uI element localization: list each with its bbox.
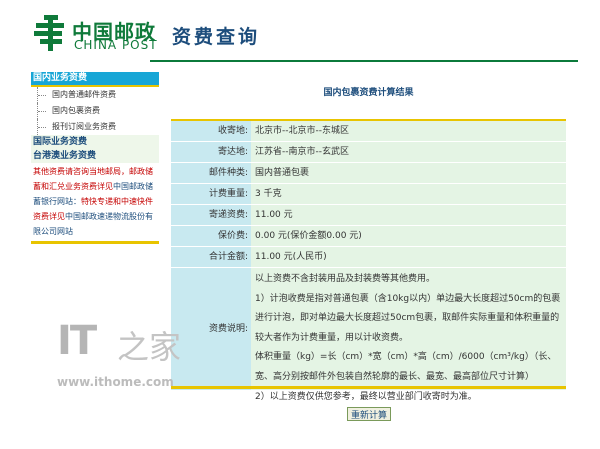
row-label: 邮件种类:: [171, 163, 251, 183]
watermark-url: www.ithome.com: [57, 375, 174, 389]
fee-notes: 以上资费不含封装用品及封装费等其他费用。 1）计泡收费是指对普通包裹（含10kg…: [251, 268, 566, 402]
table-row: 计费重量: 3 千克: [171, 184, 566, 205]
row-value: 11.00 元: [251, 205, 566, 225]
row-label: 寄达地:: [171, 142, 251, 162]
fee-note-line: 以上资费不含封装用品及封装费等其他费用。: [255, 274, 436, 284]
fee-note-line: 1）计泡收费是指对普通包裹（含10kg以内）单边最大长度超过50cm的包裹: [255, 293, 561, 304]
fee-note-line: 较大者作为计费重量，用以计收资费。: [255, 332, 409, 343]
sidebar-item-newspaper-subscription[interactable]: 报刊订阅业务资费: [37, 119, 159, 135]
row-label: 收寄地:: [171, 121, 251, 141]
result-panel: 国内包裹资费计算结果 收寄地: 北京市--北京市--东城区 寄达地: 江苏省--…: [171, 80, 566, 421]
row-label: 计费重量:: [171, 184, 251, 204]
watermark-brand: IT: [57, 318, 97, 364]
sidebar-item-domestic-parcel[interactable]: 国内包裹资费: [37, 103, 159, 119]
row-label: 合计金额:: [171, 247, 251, 267]
row-value: 北京市--北京市--东城区: [251, 121, 566, 141]
fee-note-line: 宽、高分别按邮件外包装自然轮廓的最长、最宽、最高部位尺寸计算）: [255, 371, 535, 382]
table-row-fee-notes: 资费说明: 以上资费不含封装用品及封装费等其他费用。 1）计泡收费是指对普通包裹…: [171, 268, 566, 402]
row-value: 3 千克: [251, 184, 566, 204]
header: 中国邮政 CHINA POST 资费查询: [0, 0, 600, 62]
ithome-watermark: IT 之家 www.ithome.com: [57, 318, 187, 398]
table-row: 寄达地: 江苏省--南京市--玄武区: [171, 142, 566, 163]
fee-note-line: 进行计泡，即对单边最大长度超过50cm包裹，取邮件实际重量和体积重量的: [255, 313, 560, 324]
sidebar-section-domestic[interactable]: 国内业务资费: [31, 72, 159, 87]
fee-note-line: 2）以上资费仅供您参考，最终以营业部门收寄时为准。: [255, 391, 477, 402]
header-divider: [150, 60, 578, 62]
sidebar-section-international[interactable]: 国际业务资费: [31, 135, 159, 149]
logo-english-text: CHINA POST: [74, 38, 158, 52]
sidebar-section-hk-macau-taiwan[interactable]: 台港澳业务资费: [31, 149, 159, 163]
sidebar: 国内业务资费 国内普通邮件资费 国内包裹资费 报刊订阅业务资费 国际业务资费 台…: [31, 72, 159, 244]
china-post-emblem-icon: [34, 15, 64, 51]
row-value: 江苏省--南京市--玄武区: [251, 142, 566, 162]
result-title: 国内包裹资费计算结果: [323, 88, 414, 98]
row-value: 国内普通包裹: [251, 163, 566, 183]
recalculate-button[interactable]: 重新计算: [347, 407, 392, 421]
result-table: 收寄地: 北京市--北京市--东城区 寄达地: 江苏省--南京市--玄武区 邮件…: [171, 121, 566, 402]
table-row: 收寄地: 北京市--北京市--东城区: [171, 121, 566, 142]
china-post-logo[interactable]: 中国邮政 CHINA POST: [34, 13, 184, 58]
sidebar-note: 其他资费请咨询当地邮局，邮政储蓄和汇兑业务资费详见中国邮政储蓄银行网站：特快专递…: [31, 163, 159, 240]
row-value: 0.00 元(保价金额0.00 元): [251, 226, 566, 246]
sidebar-item-domestic-mail[interactable]: 国内普通邮件资费: [37, 87, 159, 103]
row-value: 11.00 元(人民币): [251, 247, 566, 267]
sidebar-bottom-bar: [31, 241, 159, 244]
watermark-brand-cn: 之家: [117, 328, 182, 366]
fee-note-line: 体积重量（kg）=长（cm）*宽（cm）*高（cm）/6000（cm³/kg）（…: [255, 352, 557, 363]
row-label: 寄递资费:: [171, 205, 251, 225]
table-row: 邮件种类: 国内普通包裹: [171, 163, 566, 184]
table-row: 寄递资费: 11.00 元: [171, 205, 566, 226]
page-title: 资费查询: [172, 26, 261, 48]
table-row: 合计金额: 11.00 元(人民币): [171, 247, 566, 268]
result-bottom-bar: [171, 386, 566, 389]
table-row: 保价费: 0.00 元(保价金额0.00 元): [171, 226, 566, 247]
row-label: 保价费:: [171, 226, 251, 246]
